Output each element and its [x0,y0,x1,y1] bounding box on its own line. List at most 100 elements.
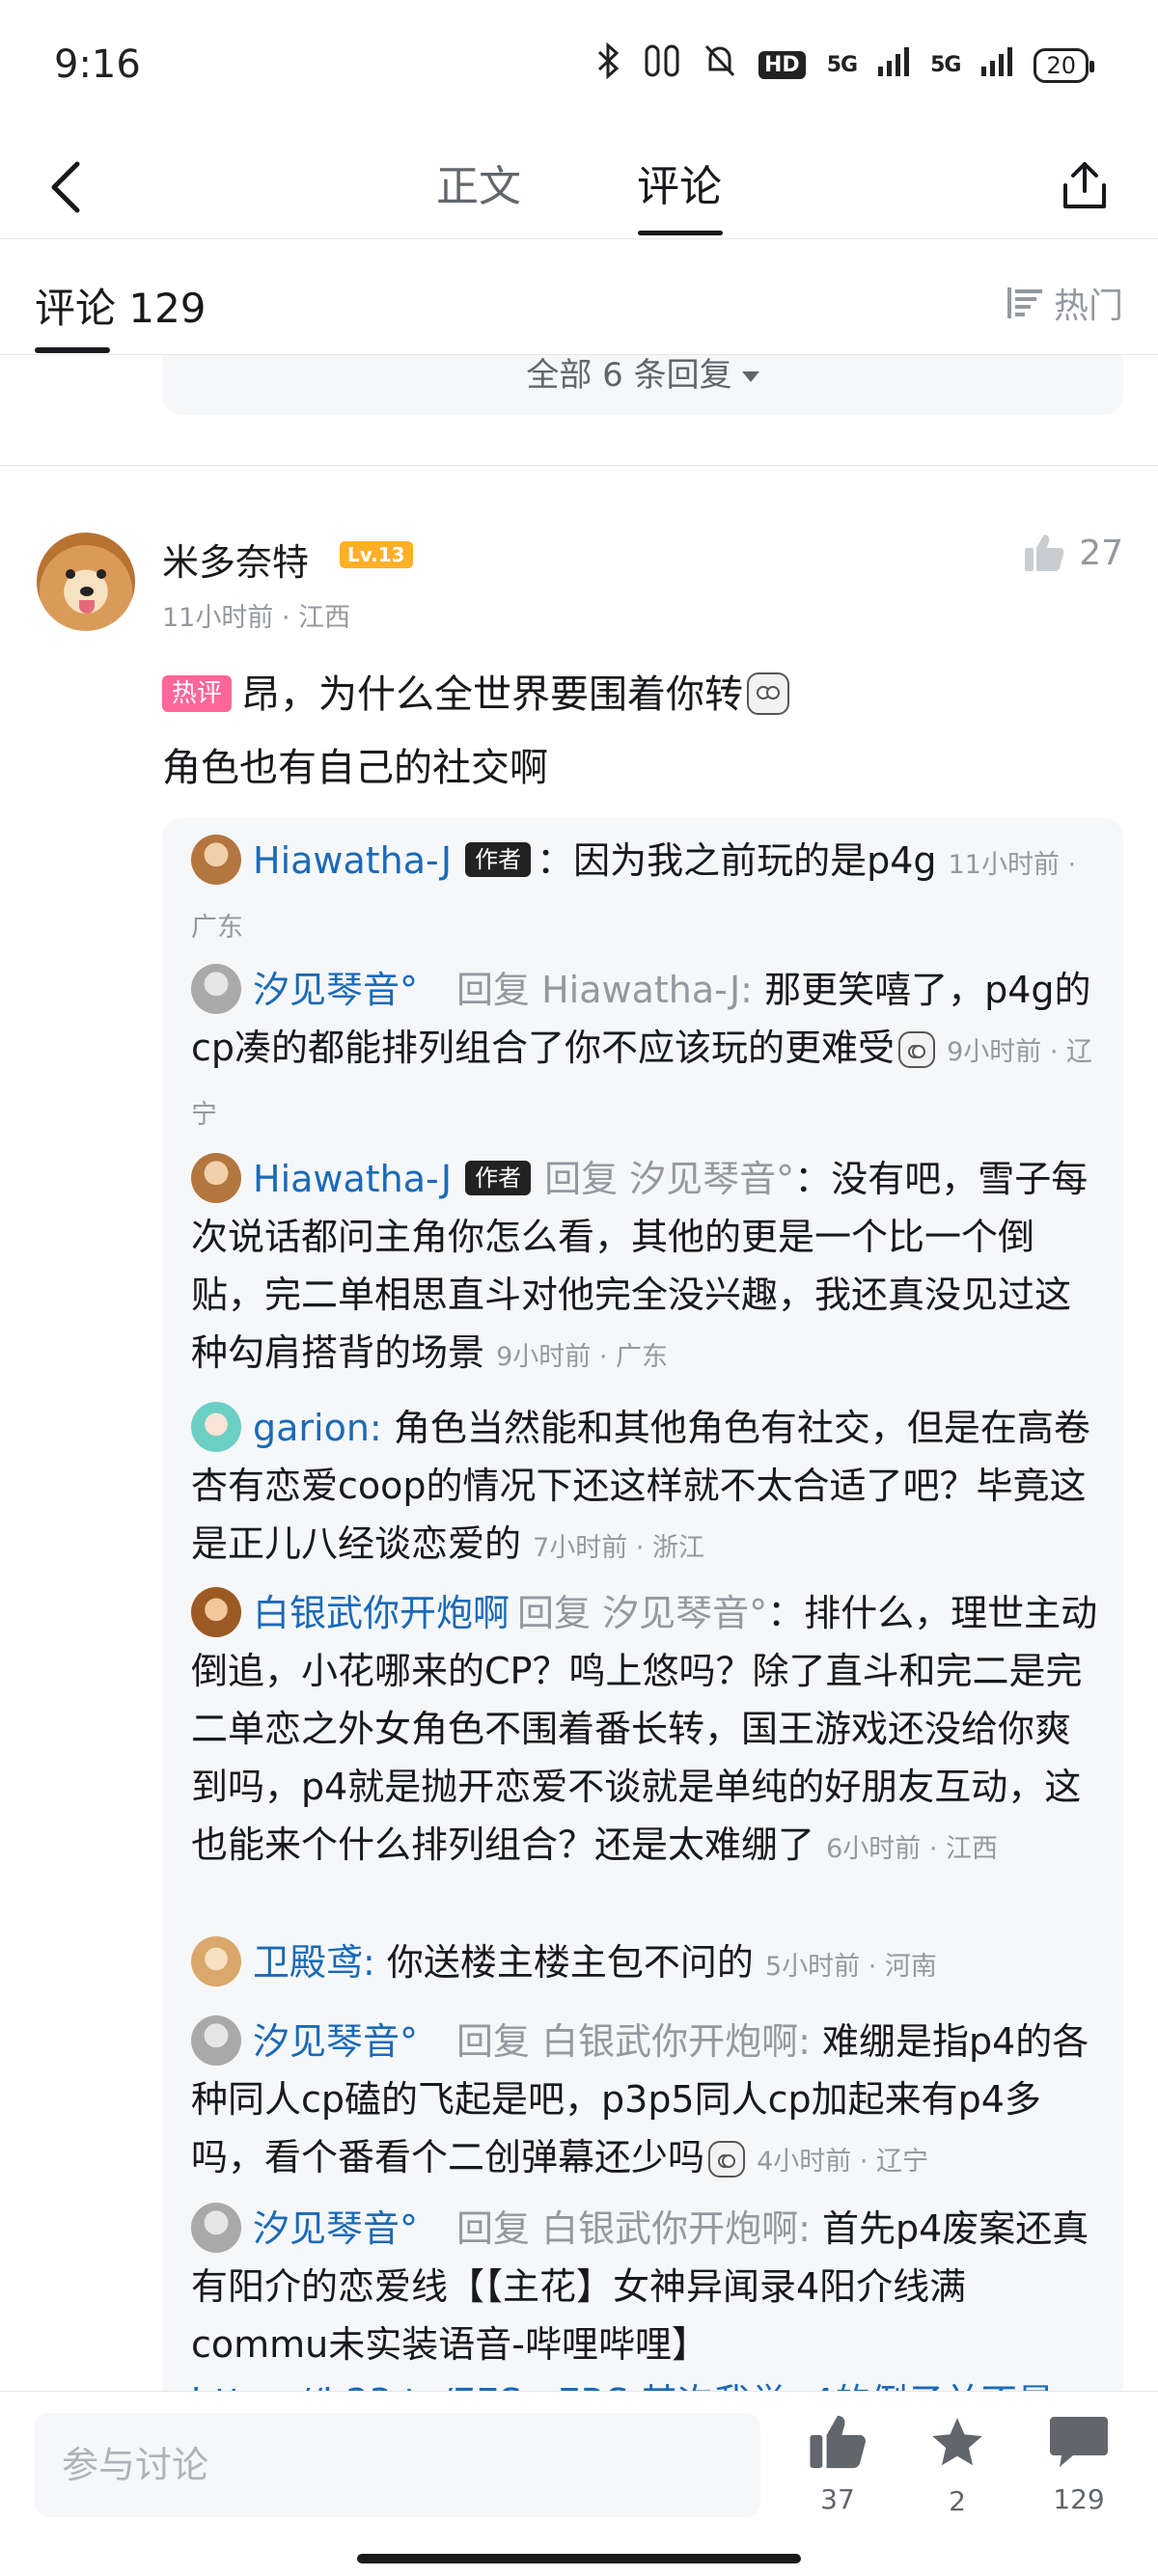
sort-button[interactable]: 热门 [1006,278,1123,328]
like-count: 37 [820,2483,855,2515]
earbuds-icon [643,42,681,88]
comment-input[interactable] [35,2413,760,2517]
reply-item[interactable]: Hiawatha-J 作者 ：因为我之前玩的是p4g 11小时前 · 广东 [191,832,1100,957]
reply-time: 9小时前 · 广东 [496,1342,669,1372]
comment-like-button[interactable]: 27 [1023,533,1123,573]
home-indicator[interactable] [357,2554,801,2563]
reply-to-label[interactable]: 回复 汐见琴音° [517,1592,767,1634]
thumbs-up-icon [810,2415,866,2469]
reply-time: 5小时前 · 河南 [764,1952,937,1982]
reply-item[interactable]: garion: 角色当然能和其他角色有社交，但是在高卷杏有恋爱coop的情况下还… [191,1399,1100,1577]
comment-header: 评论 129 热门 [0,239,1158,355]
level-badge: Lv.13 [340,541,413,568]
signal-bars-icon [878,46,910,85]
reply-user[interactable]: 白银武你开炮啊 [253,1592,510,1634]
author-badge: 作者 [465,1161,532,1195]
reply-user[interactable]: 汐见琴音° [253,2207,418,2250]
reply-to-label[interactable]: 回复 汐见琴音° [544,1158,794,1200]
reply-text: 你送楼主楼主包不问的 [374,1941,765,1984]
thumbs-up-icon [1025,534,1064,571]
signal-1: 5G [826,53,858,77]
hot-tag: 热评 [162,675,233,712]
favorite-count: 2 [949,2485,966,2517]
reply-user[interactable]: 汐见琴音° [253,969,418,1011]
signal-2: 5G [930,53,961,77]
comment-button[interactable]: 129 [1031,2413,1127,2515]
reply-item[interactable]: 白银武你开炮啊 回复 汐见琴音°：排什么，理世主动倒追，小花哪来的CP？鸣上悠吗？… [191,1584,1100,1878]
mute-bell-icon [703,42,737,88]
reply-user[interactable]: Hiawatha-J [253,839,452,882]
view-all-replies-label: 全部 6 条回复 [526,356,732,395]
comment-count: 129 [1053,2483,1105,2515]
author-badge: 作者 [465,842,532,877]
reply-item[interactable]: 汐见琴音° 回复 Hiawatha-J: 那更笑嘻了，p4g的cp凑的都能排列组合… [191,961,1100,1144]
reply-list: Hiawatha-J 作者 ：因为我之前玩的是p4g 11小时前 · 广东 汐见琴音… [162,818,1123,2393]
view-all-replies-button[interactable]: 全部 6 条回复 [162,355,1123,415]
reply-time: 7小时前 · 浙江 [533,1533,705,1563]
reply-item[interactable]: 卫殿鸢: 你送楼主楼主包不问的 5小时前 · 河南 [191,1933,1100,1996]
emoji-sticker-icon [747,672,790,715]
comment-line-1: 热评 昂，为什么全世界要围着你转 [162,658,1117,731]
active-tab-indicator [638,231,723,235]
status-time: 9:16 [54,42,141,87]
comment-count-title: 评论 129 [35,285,207,332]
reply-user[interactable]: 汐见琴音° [253,2020,418,2063]
favorite-button[interactable]: 2 [909,2413,1006,2517]
share-icon [1063,162,1106,208]
hd-badge: HD [758,51,806,79]
reply-to-label[interactable]: 回复 白银武你开炮啊: [456,2020,811,2063]
tab-text[interactable]: 正文 [436,152,521,222]
reply-user[interactable]: Hiawatha-J [253,1158,452,1200]
reply-avatar[interactable] [191,1402,241,1452]
reply-item[interactable]: 汐见琴音° 回复 白银武你开炮啊: 难绷是指p4的各种同人cp磕的飞起是吧，p3p… [191,2013,1100,2191]
reply-item[interactable]: Hiawatha-J 作者 回复 汐见琴音°：没有吧，雪子每次说话都问主角你怎么看，… [191,1150,1100,1386]
comment-line-2: 角色也有自己的社交啊 [162,746,548,790]
avatar-tongue [79,600,95,614]
bluetooth-icon [596,41,621,88]
reply-text: ：因为我之前玩的是p4g [537,839,949,882]
sort-icon [1006,288,1042,318]
status-icons: HD 5G 5G 20 [596,41,1094,88]
reply-avatar[interactable] [191,1587,241,1637]
back-button[interactable] [35,152,96,222]
avatar-eye [66,569,75,579]
emoji-sticker-icon [898,1031,936,1068]
reply-to-label[interactable]: 回复 白银武你开炮啊: [456,2207,811,2250]
reply-avatar[interactable] [191,835,241,885]
reply-time: 4小时前 · 辽宁 [757,2147,929,2177]
avatar[interactable] [37,533,135,631]
star-icon [932,2418,982,2466]
battery-icon: 20 [1034,47,1094,83]
comment-user-name[interactable]: 米多奈特 [162,533,309,586]
sort-label: 热门 [1053,287,1123,326]
comment-meta: 11小时前 · 江西 [162,603,351,633]
reply-avatar[interactable] [191,2203,241,2253]
comment-text-1: 昂，为什么全世界要围着你转 [241,672,744,717]
top-nav: 正文 评论 [0,135,1158,239]
comment-content: 热评 昂，为什么全世界要围着你转 角色也有自己的社交啊 [162,658,1117,805]
status-bar: 9:16 HD 5G 5G 20 [0,0,1158,135]
avatar-eye [96,569,106,579]
reply-user[interactable]: garion: [253,1407,382,1449]
reply-avatar[interactable] [191,1936,241,1987]
comment-title-underline [35,347,110,353]
emoji-sticker-icon [708,2141,746,2178]
reply-avatar[interactable] [191,2015,241,2066]
reply-avatar[interactable] [191,1153,241,1203]
comment-bubble-icon [1050,2417,1108,2467]
comment-divider [0,465,1158,466]
reply-to-label[interactable]: 回复 Hiawatha-J: [456,969,753,1011]
reply-avatar[interactable] [191,964,241,1014]
reply-item[interactable]: 汐见琴音° 回复 白银武你开炮啊: 首先p4废案还真有阳介的恋爱线【【主花】女神异… [191,2200,1100,2393]
reply-user[interactable]: 卫殿鸢: [253,1941,375,1984]
chevron-left-icon [51,161,80,213]
caret-down-icon [741,371,759,382]
bottom-action-bar: 37 2 129 [0,2391,1158,2576]
reply-time: 6小时前 · 江西 [826,1834,999,1864]
tab-comments[interactable]: 评论 [637,152,722,222]
comment-like-count: 27 [1079,533,1123,573]
avatar-nose [80,587,94,596]
like-button[interactable]: 37 [789,2413,886,2515]
share-button[interactable] [1050,151,1119,220]
signal-bars-icon [981,46,1013,85]
